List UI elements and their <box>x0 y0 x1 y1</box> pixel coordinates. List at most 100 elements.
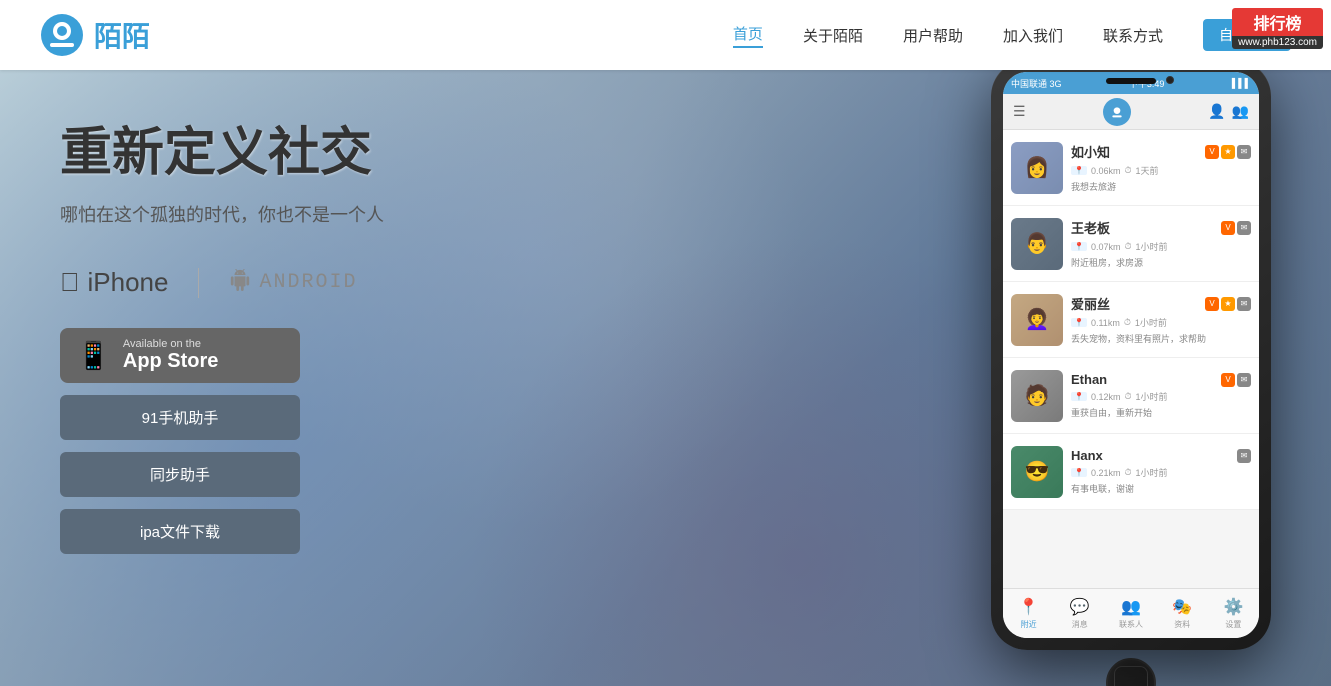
nav-join[interactable]: 加入我们 <box>1003 25 1063 46</box>
btn-91-button[interactable]: 91手机助手 <box>60 395 300 440</box>
phone-camera <box>1166 76 1174 84</box>
add-friend-icon[interactable]: 👤 <box>1208 103 1225 120</box>
nav-about[interactable]: 关于陌陌 <box>803 25 863 46</box>
logo-icon <box>40 13 84 57</box>
status-battery: ▌▌▌ <box>1232 78 1251 88</box>
phone-speaker <box>1106 78 1156 84</box>
user-badges: V ✉ <box>1221 373 1251 387</box>
list-item[interactable]: 👩 如小知 V ★ ✉ 📍 <box>1003 130 1259 206</box>
appstore-text: Available on the App Store <box>123 338 219 373</box>
logo-text: 陌陌 <box>94 15 150 55</box>
user-info: 如小知 V ★ ✉ 📍 0.06km ⏱ <box>1071 142 1251 193</box>
time-sep: ⏱ <box>1124 165 1131 176</box>
list-item[interactable]: 😎 Hanx ✉ 📍 0.21km ⏱ <box>1003 434 1259 510</box>
ipa-button[interactable]: ipa文件下载 <box>60 509 300 554</box>
app-toolbar: ☰ 👤 👥 <box>1003 94 1259 130</box>
logo-button[interactable] <box>1103 98 1131 126</box>
android-label-text: ANDROID <box>259 271 357 294</box>
distance: 0.21km <box>1091 468 1121 478</box>
distance: 0.06km <box>1091 166 1121 176</box>
user-status: 附近租房，求房源 <box>1071 256 1251 269</box>
settings-icon: ⚙️ <box>1223 597 1243 617</box>
status-carrier: 中国联通 3G <box>1011 77 1062 90</box>
nav-help[interactable]: 用户帮助 <box>903 25 963 46</box>
msg-badge: ✉ <box>1237 221 1251 235</box>
avatar: 👩‍🦱 <box>1011 294 1063 346</box>
star-badge: ★ <box>1221 297 1235 311</box>
distance-tag: 📍 <box>1071 318 1087 327</box>
phone-icon: 📱 <box>76 342 111 370</box>
contacts-icon: 👥 <box>1121 597 1141 617</box>
avatar: 👩 <box>1011 142 1063 194</box>
avatar: 👨 <box>1011 218 1063 270</box>
user-name: Ethan <box>1071 372 1107 387</box>
contacts-label: 联系人 <box>1119 619 1143 630</box>
platform-row:  iPhone ANDROID <box>60 267 660 298</box>
user-meta: 📍 0.11km ⏱ 1小时前 <box>1071 316 1251 329</box>
distance-tag: 📍 <box>1071 468 1087 477</box>
toolbar-right-icons: 👤 👥 <box>1208 103 1249 120</box>
time-ago: 1小时前 <box>1136 390 1168 403</box>
tab-messages[interactable]: 💬 消息 <box>1054 589 1105 638</box>
sync-button[interactable]: 同步助手 <box>60 452 300 497</box>
user-badges: ✉ <box>1237 449 1251 463</box>
user-status: 丢失宠物，资料里有照片，求帮助 <box>1071 332 1251 345</box>
list-item[interactable]: 👩‍🦱 爱丽丝 V ★ ✉ 📍 <box>1003 282 1259 358</box>
tab-profile[interactable]: 🎭 资料 <box>1157 589 1208 638</box>
user-info: Hanx ✉ 📍 0.21km ⏱ 1小时前 有 <box>1071 448 1251 495</box>
star-badge: ★ <box>1221 145 1235 159</box>
platform-divider <box>198 268 199 298</box>
iphone-label: iPhone <box>88 267 169 298</box>
distance-tag: 📍 <box>1071 242 1087 251</box>
list-item[interactable]: 🧑 Ethan V ✉ 📍 0.12km <box>1003 358 1259 434</box>
tab-contacts[interactable]: 👥 联系人 <box>1105 589 1156 638</box>
time-ago: 1小时前 <box>1136 240 1168 253</box>
watermark-bottom: www.phb123.com <box>1232 36 1323 49</box>
user-info: 爱丽丝 V ★ ✉ 📍 0.11km ⏱ <box>1071 294 1251 345</box>
vip-badge: V <box>1205 145 1219 159</box>
tab-nearby[interactable]: 📍 附近 <box>1003 589 1054 638</box>
distance: 0.11km <box>1091 318 1120 328</box>
time-sep: ⏱ <box>1124 317 1131 328</box>
distance-tag: 📍 <box>1071 392 1087 401</box>
appstore-button[interactable]: 📱 Available on the App Store <box>60 328 300 383</box>
nav-home[interactable]: 首页 <box>733 23 763 48</box>
time-ago: 1小时前 <box>1136 466 1168 479</box>
list-item[interactable]: 👨 王老板 V ✉ 📍 0.07km <box>1003 206 1259 282</box>
home-button-inner <box>1114 666 1148 686</box>
header: 陌陌 首页 关于陌陌 用户帮助 加入我们 联系方式 自助服务 <box>0 0 1331 70</box>
download-buttons: 📱 Available on the App Store 91手机助手 同步助手… <box>60 328 300 554</box>
msg-badge: ✉ <box>1237 145 1251 159</box>
phone-body: 中国联通 3G 下午3:49 ▌▌▌ ☰ 👤 👥 <box>991 70 1271 650</box>
user-status: 有事电联，谢谢 <box>1071 482 1251 495</box>
user-badges: V ★ ✉ <box>1205 297 1251 311</box>
home-button[interactable] <box>1106 658 1156 686</box>
nav-contact[interactable]: 联系方式 <box>1103 25 1163 46</box>
nearby-label: 附近 <box>1021 619 1037 630</box>
tab-settings[interactable]: ⚙️ 设置 <box>1208 589 1259 638</box>
user-list: 👩 如小知 V ★ ✉ 📍 <box>1003 130 1259 588</box>
time-sep: ⏱ <box>1124 391 1131 402</box>
appstore-small-text: Available on the <box>123 338 219 350</box>
user-meta: 📍 0.07km ⏱ 1小时前 <box>1071 240 1251 253</box>
appstore-big-text: App Store <box>123 350 219 373</box>
profile-label: 资料 <box>1174 619 1190 630</box>
group-icon[interactable]: 👥 <box>1232 103 1249 120</box>
time-sep: ⏱ <box>1124 467 1131 478</box>
android-icon <box>229 269 251 297</box>
hero-title: 重新定义社交 <box>60 110 660 185</box>
msg-badge: ✉ <box>1237 297 1251 311</box>
profile-icon: 🎭 <box>1172 597 1192 617</box>
watermark-top: 排行榜 <box>1232 8 1323 36</box>
hero-subtitle: 哪怕在这个孤独的时代，你也不是一个人 <box>60 201 660 227</box>
user-info: Ethan V ✉ 📍 0.12km ⏱ 1小时前 <box>1071 372 1251 419</box>
phone-mockup: 中国联通 3G 下午3:49 ▌▌▌ ☰ 👤 👥 <box>991 70 1271 680</box>
user-name-row: Ethan V ✉ <box>1071 372 1251 387</box>
distance: 0.07km <box>1091 242 1121 252</box>
vip-badge: V <box>1221 373 1235 387</box>
user-info: 王老板 V ✉ 📍 0.07km ⏱ 1小时前 <box>1071 218 1251 269</box>
vip-badge: V <box>1205 297 1219 311</box>
user-badges: V ★ ✉ <box>1205 145 1251 159</box>
filter-icon[interactable]: ☰ <box>1013 103 1026 120</box>
settings-label: 设置 <box>1225 619 1241 630</box>
